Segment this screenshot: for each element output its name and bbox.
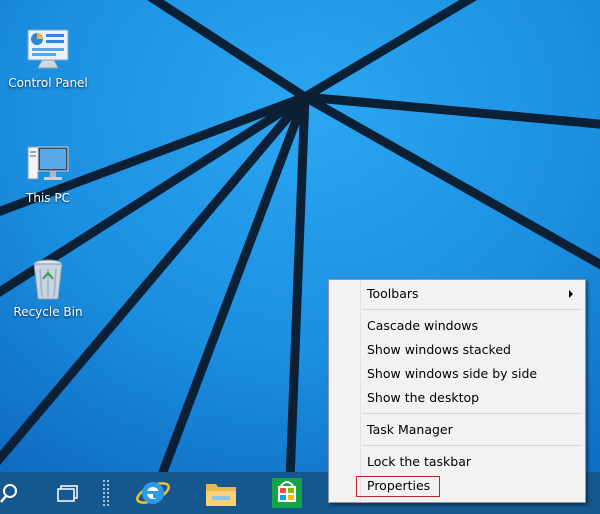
recycle-bin-icon	[33, 259, 63, 300]
menu-item-show-the-desktop[interactable]: Show the desktop	[331, 386, 583, 409]
menu-item-label: Cascade windows	[367, 318, 478, 333]
desktop-icon-control-panel[interactable]: Control Panel	[2, 26, 94, 90]
menu-item-cascade-windows[interactable]: Cascade windows	[331, 314, 583, 337]
menu-item-label: Show windows side by side	[367, 366, 538, 381]
desktop-icon-recycle-bin[interactable]: Recycle Bin	[2, 255, 94, 319]
desktop: Control Panel This PC Recycle Bin Toolba…	[0, 0, 600, 514]
menu-item-label: Lock the taskbar	[367, 454, 472, 469]
menu-item-task-manager[interactable]: Task Manager	[331, 418, 583, 441]
desktop-icon-this-pc[interactable]: This PC	[2, 141, 94, 205]
control-panel-icon	[27, 29, 69, 69]
file-explorer-icon[interactable]	[200, 472, 242, 514]
submenu-arrow-icon	[569, 290, 573, 298]
internet-explorer-icon[interactable]	[132, 472, 174, 514]
computer-icon	[27, 146, 69, 180]
taskbar-gripper[interactable]	[100, 472, 112, 514]
store-icon[interactable]	[266, 472, 308, 514]
taskbar-context-menu[interactable]: Toolbars Cascade windows Show windows st…	[328, 279, 586, 503]
desktop-icon-label: Control Panel	[8, 76, 88, 90]
menu-separator	[363, 309, 581, 310]
properties-highlight-box	[356, 476, 440, 497]
desktop-icon-label: Recycle Bin	[13, 305, 83, 319]
menu-item-label: Toolbars	[367, 286, 419, 301]
menu-item-show-windows-stacked[interactable]: Show windows stacked	[331, 338, 583, 361]
menu-separator	[363, 413, 581, 414]
desktop-icon-label: This PC	[26, 191, 70, 205]
search-icon[interactable]	[0, 472, 28, 514]
task-view-icon[interactable]	[54, 472, 84, 514]
menu-separator	[363, 445, 581, 446]
menu-item-label: Task Manager	[367, 422, 453, 437]
menu-item-lock-the-taskbar[interactable]: Lock the taskbar	[331, 450, 583, 473]
menu-item-label: Show the desktop	[367, 390, 480, 405]
menu-item-label: Show windows stacked	[367, 342, 511, 357]
menu-item-show-windows-side-by-side[interactable]: Show windows side by side	[331, 362, 583, 385]
menu-item-toolbars[interactable]: Toolbars	[331, 282, 583, 305]
